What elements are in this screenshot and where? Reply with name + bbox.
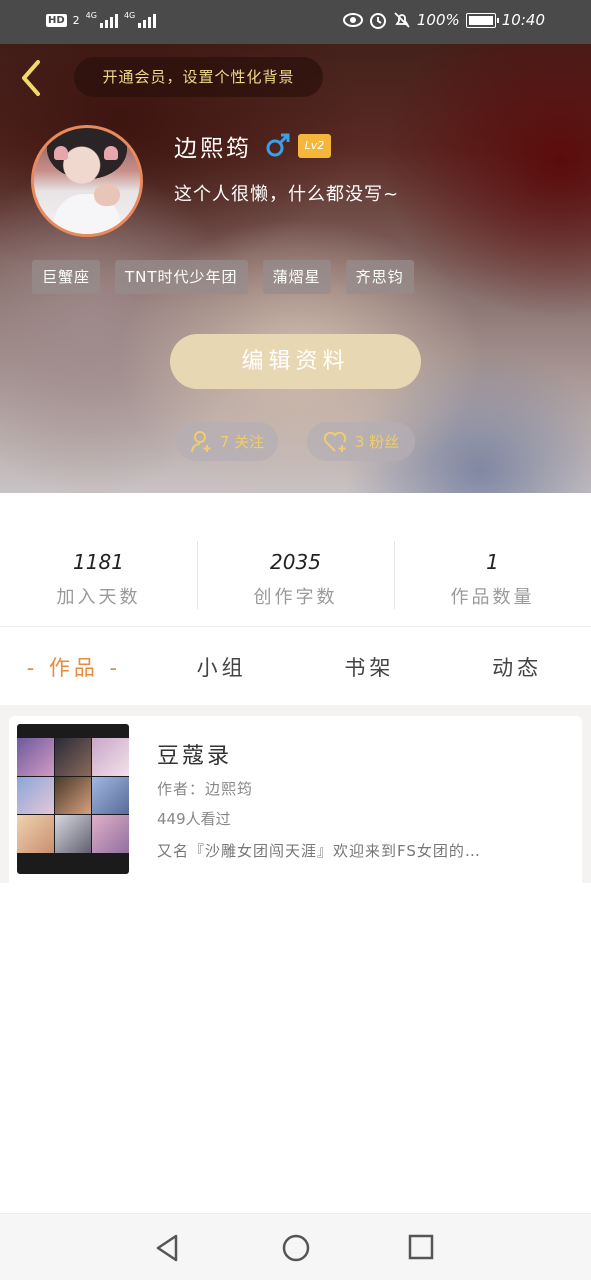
following-button[interactable]: 7 关注 (176, 422, 278, 461)
tab-bar: - 作品 - 小组 书架 动态 (0, 642, 591, 694)
stat-word-count: 2035 创作字数 (197, 533, 394, 613)
heart-add-icon (323, 431, 347, 452)
status-bar: HD 2 4G 4G 100% 10:40 (0, 0, 591, 44)
work-description: 又名『沙雕女团闯天涯』欢迎来到FS女团的… (157, 842, 481, 860)
person-add-icon (190, 430, 211, 452)
stats-row: 1181 加入天数 2035 创作字数 1 作品数量 (0, 533, 591, 613)
male-icon (266, 133, 290, 157)
fans-count: 3 粉丝 (354, 433, 400, 451)
profile-header: HD 2 4G 4G 100% 10:40 开通会员，设置个性化背景 边熙筠 L… (0, 0, 591, 493)
hd-badge: HD (46, 13, 67, 27)
status-left: HD 2 4G 4G (46, 12, 157, 28)
stat-label: 作品数量 (450, 587, 535, 608)
tab-works[interactable]: - 作品 - (0, 642, 148, 694)
tag[interactable]: 蒲熠星 (262, 260, 331, 294)
stat-value: 1181 (73, 550, 124, 574)
signal-icon: 4G (86, 12, 118, 28)
signal-icon: 4G (124, 12, 157, 28)
square-recent-icon[interactable] (406, 1232, 436, 1262)
battery-icon (465, 12, 499, 28)
fans-button[interactable]: 3 粉丝 (307, 422, 415, 461)
avatar[interactable] (31, 125, 143, 237)
tab-bookshelf[interactable]: 书架 (296, 642, 444, 694)
stat-value: 1 (486, 550, 499, 574)
back-button[interactable] (14, 58, 48, 98)
work-cover-image[interactable] (17, 724, 129, 874)
battery-percent: 100% (416, 11, 460, 29)
circle-home-icon[interactable] (280, 1232, 312, 1264)
work-author: 作者：边熙筠 (157, 780, 254, 798)
status-right: 100% 10:40 (342, 11, 545, 29)
stat-works-count: 1 作品数量 (394, 533, 591, 613)
alarm-icon (369, 13, 386, 29)
bio: 这个人很懒，什么都没写~ (174, 184, 400, 205)
following-count: 7 关注 (219, 433, 265, 451)
tab-activity[interactable]: 动态 (443, 642, 591, 694)
stat-join-days: 1181 加入天数 (0, 533, 197, 613)
tag[interactable]: TNT时代少年团 (115, 260, 248, 294)
sim-badge: 2 (72, 13, 80, 27)
tab-groups[interactable]: 小组 (148, 642, 296, 694)
eye-icon (342, 13, 363, 27)
tag-list: 巨蟹座 TNT时代少年团 蒲熠星 齐思钧 (32, 260, 414, 294)
vip-banner[interactable]: 开通会员，设置个性化背景 (74, 57, 323, 97)
level-badge: Lv2 (298, 134, 331, 158)
stat-value: 2035 (270, 550, 321, 574)
chevron-left-icon (22, 60, 40, 96)
stat-label: 加入天数 (56, 587, 141, 608)
work-title[interactable]: 豆蔻录 (157, 738, 232, 770)
list-item[interactable]: 豆蔻录 作者：边熙筠 449人看过 又名『沙雕女团闯天涯』欢迎来到FS女团的… (9, 716, 582, 883)
tag[interactable]: 齐思钧 (345, 260, 414, 294)
edit-profile-button[interactable]: 编辑资料 (170, 334, 421, 389)
divider (0, 626, 591, 627)
system-nav-bar (0, 1213, 591, 1280)
clock: 10:40 (501, 11, 545, 29)
tag[interactable]: 巨蟹座 (32, 260, 101, 294)
mute-bell-icon (394, 12, 410, 28)
username: 边熙筠 (174, 136, 252, 162)
work-views: 449人看过 (157, 810, 231, 828)
triangle-back-icon[interactable] (152, 1232, 184, 1264)
stat-label: 创作字数 (253, 587, 338, 608)
